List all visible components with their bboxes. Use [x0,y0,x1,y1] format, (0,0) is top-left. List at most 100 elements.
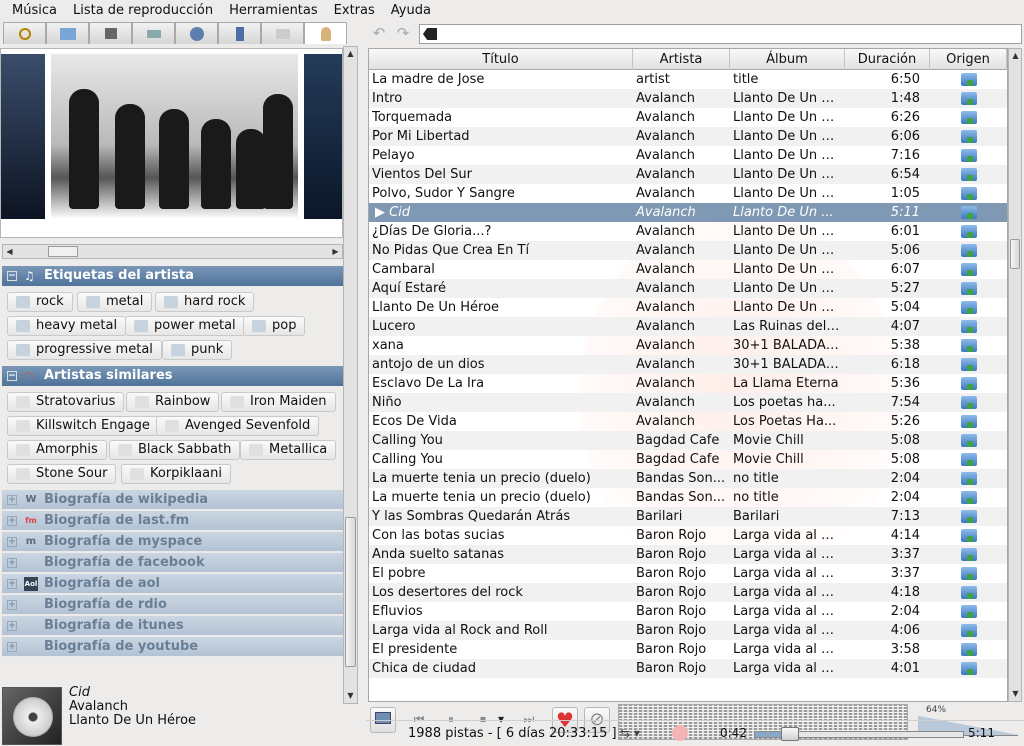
left-scroll-thumb[interactable] [345,517,356,667]
similar-amorphis[interactable]: Amorphis [7,440,107,460]
now-playing[interactable]: Cid Avalanch Llanto De Un Héroe [0,684,366,746]
table-row[interactable]: Calling You Bagdad Cafe Movie Chill 5:08 [369,450,1007,469]
similar-iron-maiden[interactable]: Iron Maiden [221,392,336,412]
table-row[interactable]: Por Mi Libertad Avalanch Llanto De Un H...… [369,127,1007,146]
bio-lastfm[interactable]: + fm Biografía de last.fm [2,511,343,531]
clear-icon[interactable] [423,28,437,40]
scroll-up-icon[interactable]: ▲ [344,47,357,61]
expand-icon[interactable]: + [7,642,17,652]
collapse-icon[interactable]: − [7,271,17,281]
tags-section-header[interactable]: − ♫ Etiquetas del artista [2,266,343,286]
expand-icon[interactable]: + [7,495,17,505]
table-row[interactable]: La madre de Jose artist title 6:50 [369,70,1007,89]
image-scroll-thumb[interactable] [48,246,78,257]
tab-playlists[interactable] [261,22,304,44]
table-row[interactable]: No Pidas Que Crea En Tí Avalanch Llanto De… [369,241,1007,260]
table-row[interactable]: Torquemada Avalanch Llanto De Un H... 6:26 [369,108,1007,127]
tag-power-metal[interactable]: power metal [125,316,245,336]
bio-itunes[interactable]: + Biografía de itunes [2,616,343,636]
table-row[interactable]: Pelayo Avalanch Llanto De Un H... 7:16 [369,146,1007,165]
tag-pop[interactable]: pop [243,316,306,336]
table-row[interactable]: Polvo, Sudor Y Sangre Avalanch Llanto De U… [369,184,1007,203]
table-row[interactable]: xana Avalanch 30+1 BALADAS... 5:38 [369,336,1007,355]
table-row[interactable]: Aquí Estaré Avalanch Llanto De Un H... 5:27 [369,279,1007,298]
seek-slider[interactable] [754,727,964,741]
similar-korpiklaani[interactable]: Korpiklaani [121,464,231,484]
similar-stratovarius[interactable]: Stratovarius [7,392,125,412]
forward-button[interactable]: ↷ [394,24,412,42]
similar-metallica[interactable]: Metallica [240,440,337,460]
col-album[interactable]: Álbum [730,49,845,70]
table-row[interactable]: Efluvios Baron Rojo Larga vida al R... 2:04 [369,602,1007,621]
bio-myspace[interactable]: + m Biografía de myspace [2,532,343,552]
table-row[interactable]: Lucero Avalanch Las Ruinas del ... 4:07 [369,317,1007,336]
expand-icon[interactable]: + [7,537,17,547]
menu-ayuda[interactable]: Ayuda [383,0,439,22]
table-row[interactable]: ¿Días De Gloria...? Avalanch Llanto De Un … [369,222,1007,241]
artist-image-next[interactable] [304,54,342,219]
table-row[interactable]: La muerte tenia un precio (duelo) Bandas … [369,488,1007,507]
menu-herramientas[interactable]: Herramientas [221,0,326,22]
table-row[interactable]: Niño Avalanch Los poetas ha... 7:54 [369,393,1007,412]
similar-stone-sour[interactable]: Stone Sour [7,464,117,484]
bio-wikipedia[interactable]: + W Biografía de wikipedia [2,490,343,510]
playlist-scroll-thumb[interactable] [1010,239,1020,269]
table-row[interactable]: Ecos De Vida Avalanch Los Poetas Ha... 5:26 [369,412,1007,431]
tag-heavy-metal[interactable]: heavy metal [7,316,127,336]
table-row-selected[interactable]: ▶ Cid Avalanch Llanto De Un ... 5:11 [369,203,1007,222]
tab-device[interactable] [218,22,261,44]
bio-aol[interactable]: + Aol Biografía de aol [2,574,343,594]
table-row[interactable]: Calling You Bagdad Cafe Movie Chill 5:08 [369,431,1007,450]
bio-youtube[interactable]: + Biografía de youtube [2,637,343,657]
table-row[interactable]: Los desertores del rock Baron Rojo Larga v… [369,583,1007,602]
menu-extras[interactable]: Extras [326,0,383,22]
tag-punk[interactable]: punk [162,340,233,360]
similar-avenged-sevenfold[interactable]: Avenged Sevenfold [156,416,320,436]
tab-search[interactable] [3,22,46,44]
table-row[interactable]: Larga vida al Rock and Roll Baron Rojo Lar… [369,621,1007,640]
album-cover[interactable] [2,687,62,745]
left-scrollbar[interactable]: ▲ ▼ [343,46,358,704]
col-origen[interactable]: Origen [930,49,1007,70]
tag-rock[interactable]: rock [7,292,73,312]
table-row[interactable]: Intro Avalanch Llanto De Un H... 1:48 [369,89,1007,108]
expand-icon[interactable]: + [7,516,17,526]
scroll-left-icon[interactable]: ◀ [3,245,16,259]
tag-progressive-metal[interactable]: progressive metal [7,340,162,360]
table-row[interactable]: Esclavo De La Ira Avalanch La Llama Eterna… [369,374,1007,393]
back-button[interactable]: ↶ [370,24,388,42]
filter-input[interactable] [419,24,1022,44]
similar-killswitch-engage[interactable]: Killswitch Engage [7,416,159,436]
tag-hard-rock[interactable]: hard rock [155,292,255,312]
scroll-up-icon[interactable]: ▲ [1009,49,1022,63]
col-artista[interactable]: Artista [633,49,730,70]
expand-icon[interactable]: + [7,600,17,610]
image-scrollbar[interactable]: ◀ ▶ [2,244,343,259]
table-row[interactable]: antojo de un dios Avalanch 30+1 BALADAS...… [369,355,1007,374]
table-row[interactable]: El presidente Baron Rojo Larga vida al R..… [369,640,1007,659]
table-row[interactable]: La muerte tenia un precio (duelo) Bandas … [369,469,1007,488]
tab-files[interactable] [89,22,132,44]
tag-metal[interactable]: metal [77,292,153,312]
table-row[interactable]: El pobre Baron Rojo Larga vida al R... 3:37 [369,564,1007,583]
similar-rainbow[interactable]: Rainbow [126,392,220,412]
tab-artist-info[interactable] [304,22,347,44]
table-row[interactable]: Vientos Del Sur Avalanch Llanto De Un H...… [369,165,1007,184]
similar-black-sabbath[interactable]: Black Sabbath [109,440,241,460]
lastfm-scrobble-icon[interactable] [672,725,688,741]
table-row[interactable]: Chica de ciudad Baron Rojo Larga vida al R… [369,659,1007,678]
seek-handle[interactable] [781,727,799,741]
playlist-scrollbar[interactable]: ▲ ▼ [1008,48,1022,702]
tab-internet[interactable] [175,22,218,44]
bio-rdio[interactable]: + Biografía de rdio [2,595,343,615]
scroll-right-icon[interactable]: ▶ [329,245,342,259]
tab-library[interactable] [46,22,89,44]
table-row[interactable]: Y las Sombras Quedarán Atrás Barilari Bari… [369,507,1007,526]
artist-image-prev[interactable] [1,54,45,219]
table-row[interactable]: Con las botas sucias Baron Rojo Larga vida… [369,526,1007,545]
menu-lista[interactable]: Lista de reproducción [65,0,221,22]
table-row[interactable]: Anda suelto satanas Baron Rojo Larga vida … [369,545,1007,564]
bio-facebook[interactable]: + Biografía de facebook [2,553,343,573]
table-row[interactable]: Llanto De Un Héroe Avalanch Llanto De Un H… [369,298,1007,317]
expand-icon[interactable]: + [7,558,17,568]
